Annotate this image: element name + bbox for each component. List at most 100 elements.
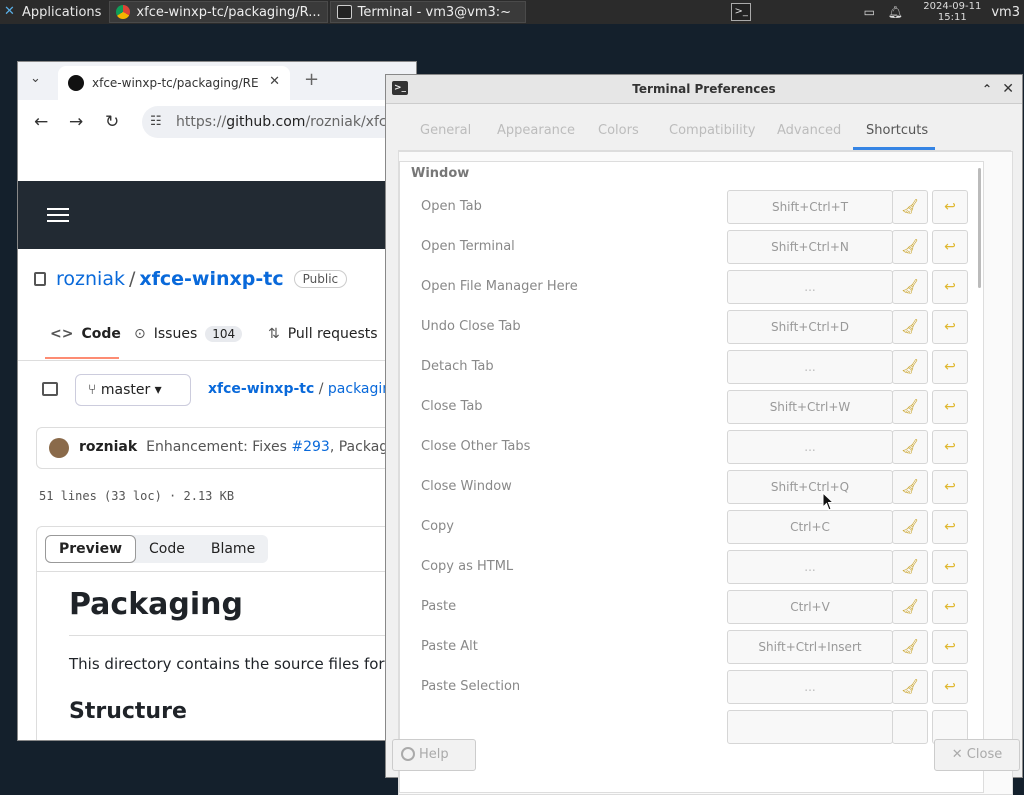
commit-message[interactable]: Enhancement: Fixes bbox=[146, 439, 291, 455]
accelerator-button[interactable]: Shift+Ctrl+W bbox=[727, 390, 893, 424]
view-preview-button[interactable]: Preview bbox=[45, 535, 137, 563]
address-bar[interactable]: ☷ https://github.com/rozniak/xfce-w bbox=[142, 106, 416, 138]
clear-shortcut-broom-icon[interactable] bbox=[892, 710, 928, 744]
tab-code[interactable]: <> Code bbox=[50, 326, 121, 342]
accelerator-button[interactable]: ... bbox=[727, 550, 893, 584]
help-button[interactable]: Help bbox=[392, 739, 476, 771]
accelerator-button[interactable]: Shift+Ctrl+D bbox=[727, 310, 893, 344]
accelerator-button[interactable]: Ctrl+V bbox=[727, 590, 893, 624]
clear-shortcut-broom-icon[interactable]: 🧹︎ bbox=[892, 270, 928, 304]
tab-pull-requests[interactable]: ⇅ Pull requests bbox=[268, 326, 378, 342]
accelerator-button[interactable]: Shift+Ctrl+T bbox=[727, 190, 893, 224]
clear-shortcut-broom-icon[interactable]: 🧹︎ bbox=[892, 310, 928, 344]
notification-bell-icon[interactable]: 🔔︎ bbox=[887, 6, 903, 18]
commit-issue-link[interactable]: #293 bbox=[291, 439, 329, 455]
readme-subheading: Structure bbox=[69, 699, 187, 724]
site-info-icon[interactable]: ☷ bbox=[150, 106, 162, 138]
active-tab-indicator bbox=[853, 147, 935, 150]
view-mode-toggle: Preview Code Blame bbox=[45, 535, 269, 563]
visibility-badge: Public bbox=[293, 270, 348, 288]
hamburger-menu-icon[interactable] bbox=[47, 208, 69, 210]
accelerator-button[interactable]: ... bbox=[727, 270, 893, 304]
reload-icon[interactable]: ↻ bbox=[105, 112, 119, 132]
reset-shortcut-undo-icon[interactable]: ↩ bbox=[932, 430, 968, 464]
accelerator-button[interactable] bbox=[727, 710, 893, 744]
clear-shortcut-broom-icon[interactable]: 🧹︎ bbox=[892, 470, 928, 504]
address-toolbar: ← → ↻ ☷ https://github.com/rozniak/xfce-… bbox=[18, 100, 416, 146]
clear-shortcut-broom-icon[interactable]: 🧹︎ bbox=[892, 630, 928, 664]
tab-colors[interactable]: Colors bbox=[598, 123, 639, 138]
accelerator-button[interactable]: Shift+Ctrl+Q bbox=[727, 470, 893, 504]
shortcut-label: Close Window bbox=[421, 479, 512, 494]
dialog-titlebar[interactable]: >_ Terminal Preferences ⌃ ✕ bbox=[386, 75, 1022, 104]
close-tab-icon[interactable]: ✕ bbox=[269, 74, 280, 89]
preferences-tabs: General Appearance Colors Compatibility … bbox=[398, 113, 1011, 151]
reset-shortcut-undo-icon[interactable]: ↩ bbox=[932, 590, 968, 624]
clear-shortcut-broom-icon[interactable]: 🧹︎ bbox=[892, 550, 928, 584]
avatar[interactable] bbox=[49, 438, 69, 458]
repo-name-link[interactable]: xfce-winxp-tc bbox=[139, 268, 283, 290]
terminal-launcher-icon[interactable]: >_ bbox=[731, 3, 752, 21]
back-icon[interactable]: ← bbox=[34, 112, 48, 132]
reset-shortcut-undo-icon[interactable]: ↩ bbox=[932, 510, 968, 544]
reset-shortcut-undo-icon[interactable]: ↩ bbox=[932, 350, 968, 384]
tab-issues[interactable]: ⊙ Issues 104 bbox=[134, 326, 243, 342]
clear-shortcut-broom-icon[interactable]: 🧹︎ bbox=[892, 670, 928, 704]
repo-owner-link[interactable]: rozniak bbox=[56, 268, 125, 290]
tab-appearance[interactable]: Appearance bbox=[497, 123, 575, 138]
battery-icon[interactable]: ▭ bbox=[861, 6, 877, 18]
clear-shortcut-broom-icon[interactable]: 🧹︎ bbox=[892, 430, 928, 464]
forward-icon[interactable]: → bbox=[69, 112, 83, 132]
reset-shortcut-undo-icon[interactable]: ↩ bbox=[932, 230, 968, 264]
shortcut-row-partial bbox=[400, 708, 983, 748]
sidebar-toggle-icon[interactable] bbox=[42, 382, 58, 396]
clock[interactable]: 2024-09-11 15:11 bbox=[923, 1, 981, 23]
shortcut-row: Close Window Shift+Ctrl+Q 🧹︎ ↩ bbox=[400, 468, 983, 508]
breadcrumb-repo-link[interactable]: xfce-winxp-tc bbox=[208, 381, 314, 397]
reset-shortcut-undo-icon[interactable]: ↩ bbox=[932, 630, 968, 664]
reset-shortcut-undo-icon[interactable]: ↩ bbox=[932, 190, 968, 224]
accelerator-button[interactable]: ... bbox=[727, 430, 893, 464]
reset-shortcut-undo-icon[interactable]: ↩ bbox=[932, 470, 968, 504]
tab-code-label: Code bbox=[81, 326, 121, 342]
tab-shortcuts[interactable]: Shortcuts bbox=[866, 123, 928, 138]
close-button-label: Close bbox=[966, 747, 1003, 762]
taskbar-item-browser[interactable]: xfce-winxp-tc/packaging/R... bbox=[109, 1, 328, 23]
tab-general[interactable]: General bbox=[420, 123, 471, 138]
browser-tab[interactable]: xfce-winxp-tc/packaging/RE ✕ bbox=[58, 66, 290, 100]
maximize-icon[interactable]: ⌃ bbox=[982, 75, 992, 103]
tab-advanced[interactable]: Advanced bbox=[777, 123, 841, 138]
clear-shortcut-broom-icon[interactable]: 🧹︎ bbox=[892, 510, 928, 544]
clear-shortcut-broom-icon[interactable]: 🧹︎ bbox=[892, 190, 928, 224]
tab-search-chevron-icon[interactable]: ⌄ bbox=[30, 71, 41, 86]
clear-shortcut-broom-icon[interactable]: 🧹︎ bbox=[892, 590, 928, 624]
accelerator-button[interactable]: Ctrl+C bbox=[727, 510, 893, 544]
shortcut-label: Paste Alt bbox=[421, 639, 478, 654]
reset-shortcut-undo-icon[interactable]: ↩ bbox=[932, 310, 968, 344]
close-window-icon[interactable]: ✕ bbox=[1002, 75, 1014, 103]
branch-selector[interactable]: ⑂ master ▾ bbox=[75, 374, 191, 406]
reset-shortcut-undo-icon[interactable]: ↩ bbox=[932, 550, 968, 584]
reset-shortcut-undo-icon[interactable]: ↩ bbox=[932, 390, 968, 424]
accelerator-button[interactable]: Shift+Ctrl+N bbox=[727, 230, 893, 264]
user-menu[interactable]: vm3 bbox=[991, 5, 1020, 20]
breadcrumb-folder-link[interactable]: packagin bbox=[328, 381, 391, 397]
accelerator-button[interactable]: ... bbox=[727, 670, 893, 704]
clear-shortcut-broom-icon[interactable]: 🧹︎ bbox=[892, 350, 928, 384]
applications-menu[interactable]: ✕ Applications bbox=[0, 0, 107, 24]
view-code-button[interactable]: Code bbox=[136, 535, 198, 563]
accelerator-button[interactable]: ... bbox=[727, 350, 893, 384]
reset-shortcut-undo-icon[interactable]: ↩ bbox=[932, 670, 968, 704]
commit-author[interactable]: rozniak bbox=[79, 439, 137, 455]
reset-shortcut-undo-icon[interactable]: ↩ bbox=[932, 270, 968, 304]
new-tab-icon[interactable]: + bbox=[304, 69, 319, 90]
close-button[interactable]: ✕ Close bbox=[934, 739, 1020, 771]
clear-shortcut-broom-icon[interactable]: 🧹︎ bbox=[892, 230, 928, 264]
url-host: github.com bbox=[226, 114, 306, 130]
view-blame-button[interactable]: Blame bbox=[198, 535, 268, 563]
accelerator-button[interactable]: Shift+Ctrl+Insert bbox=[727, 630, 893, 664]
shortcuts-list[interactable]: Window Open Tab Shift+Ctrl+T 🧹︎ ↩ Open Termi… bbox=[399, 161, 984, 793]
tab-compatibility[interactable]: Compatibility bbox=[669, 123, 756, 138]
clear-shortcut-broom-icon[interactable]: 🧹︎ bbox=[892, 390, 928, 424]
taskbar-item-terminal[interactable]: Terminal - vm3@vm3:~ bbox=[329, 1, 526, 23]
